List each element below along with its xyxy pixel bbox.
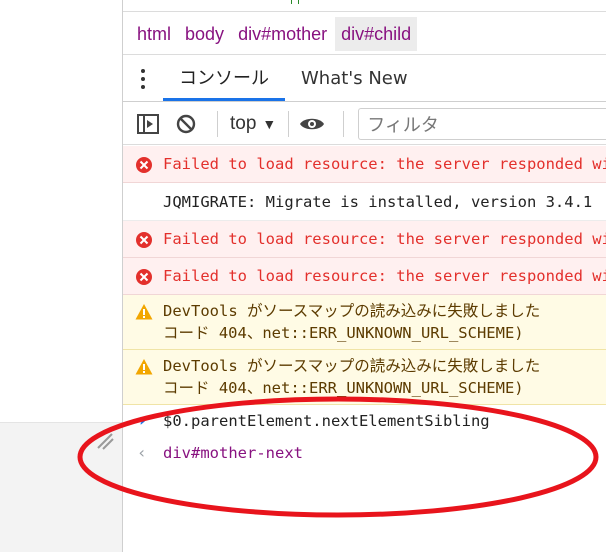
inspected-page [0,0,122,552]
console-input-line[interactable]: › $0.parentElement.nextElementSibling [123,405,606,437]
prompt-chevron-icon: › [137,410,148,431]
console-result-line[interactable]: ‹ div#mother-next [123,437,606,469]
message-text: DevTools がソースマップの読み込みに失敗しました [163,357,541,375]
message-text: Failed to load resource: the server resp… [163,267,606,285]
breadcrumb-item[interactable]: html [131,17,177,51]
warning-triangle-icon [135,303,153,321]
devtools-panel: html body div#mother div#child コンソール What's… [122,0,606,552]
resize-grip-icon[interactable] [92,428,116,452]
elements-panel-edge [123,0,606,12]
context-selector[interactable]: top ▼ [226,113,280,135]
breadcrumb-id: #mother [261,23,328,44]
breadcrumb-item[interactable]: div#mother [232,17,333,51]
console-messages: Failed to load resource: the server resp… [123,146,606,469]
message-text: JQMIGRATE: Migrate is installed, version… [163,193,593,211]
console-message-error[interactable]: Failed to load resource: the server resp… [123,146,606,183]
breadcrumb-item[interactable]: div#child [335,16,418,51]
result-chevron-icon: ‹ [137,443,147,462]
drawer-tabbar: コンソール What's New [123,56,606,102]
toolbar-divider [288,110,290,137]
console-message-info[interactable]: JQMIGRATE: Migrate is installed, version… [123,183,606,221]
toolbar-divider [343,110,345,137]
error-circle-icon [135,156,153,174]
console-message-error[interactable]: Failed to load resource: the server resp… [123,221,606,258]
filter-input[interactable]: フィルタ [358,107,606,140]
filter-placeholder: フィルタ [367,114,439,136]
clear-console-icon[interactable] [171,109,201,139]
message-text: Failed to load resource: the server resp… [163,155,606,173]
caret-down-icon: ▼ [262,115,277,132]
tab-whats-new[interactable]: What's New [285,56,424,101]
eye-icon[interactable] [297,109,327,139]
breadcrumb-id: #child [364,23,412,44]
message-text: コード 404、net::ERR_UNKNOWN_URL_SCHEME) [163,324,524,342]
context-selector-label: top [230,112,257,134]
sidebar-toggle-icon[interactable] [133,109,163,139]
breadcrumb: html body div#mother div#child [123,13,606,55]
message-text: コード 404、net::ERR_UNKNOWN_URL_SCHEME) [163,379,524,397]
console-message-error[interactable]: Failed to load resource: the server resp… [123,258,606,295]
element-fragment [291,0,299,4]
more-tabs-icon[interactable] [123,56,163,101]
tab-console[interactable]: コンソール [163,56,285,101]
breadcrumb-item[interactable]: body [179,17,230,51]
message-text: Failed to load resource: the server resp… [163,230,606,248]
console-message-warn[interactable]: DevTools がソースマップの読み込みに失敗しました コード 404、net:… [123,350,606,405]
error-circle-icon [135,268,153,286]
toolbar-divider [217,110,218,137]
console-input-text: $0.parentElement.nextElementSibling [163,412,490,430]
warning-triangle-icon [135,358,153,376]
breadcrumb-tag: div [238,23,262,44]
error-circle-icon [135,231,153,249]
console-result-text: div#mother-next [163,444,303,462]
breadcrumb-tag: div [341,23,365,44]
console-message-warn[interactable]: DevTools がソースマップの読み込みに失敗しました コード 404、net:… [123,295,606,350]
console-toolbar: top ▼ フィルタ [123,103,606,145]
message-text: DevTools がソースマップの読み込みに失敗しました [163,302,541,320]
